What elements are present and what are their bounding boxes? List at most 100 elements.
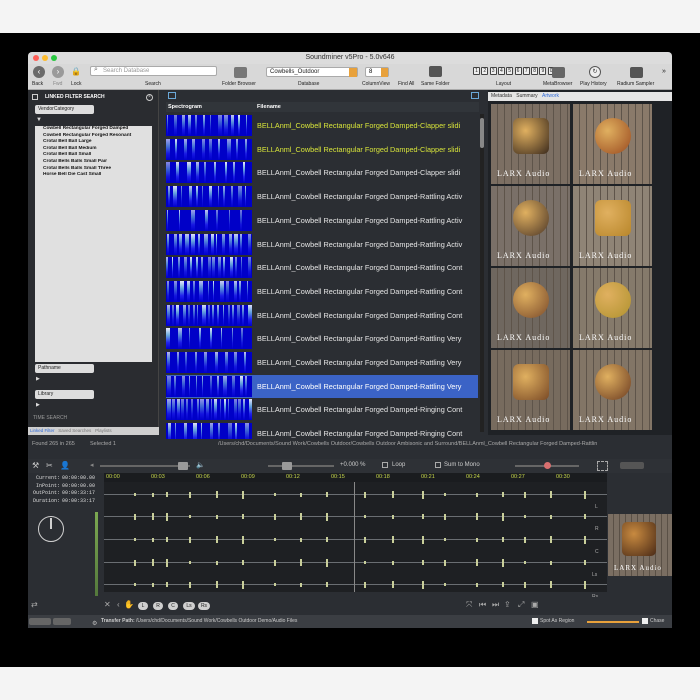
metabrowser-icon[interactable] bbox=[552, 67, 565, 78]
chevron-left-icon[interactable]: ‹ bbox=[117, 600, 120, 609]
fullscreen-icon[interactable]: ⤢ bbox=[518, 600, 524, 610]
table-row[interactable]: BELLAnml_Cowbell Rectangular Forged Damp… bbox=[166, 351, 478, 375]
playhead[interactable] bbox=[354, 482, 355, 592]
chase-checkbox[interactable] bbox=[642, 618, 648, 624]
artwork-image[interactable]: LARX Audio bbox=[573, 268, 652, 348]
library-select[interactable]: Library bbox=[35, 390, 94, 399]
pathname-select[interactable]: Pathname bbox=[35, 364, 94, 373]
artwork-image[interactable]: LARX Audio bbox=[573, 104, 652, 184]
lock-icon[interactable]: 🔒 bbox=[71, 67, 81, 76]
layout-preset-button[interactable]: 1 bbox=[473, 67, 480, 75]
disclosure-right-icon[interactable]: ▶ bbox=[36, 376, 40, 382]
channel-r-button[interactable]: R bbox=[153, 602, 163, 610]
loop-checkbox[interactable] bbox=[382, 462, 388, 468]
spot-as-region-checkbox[interactable] bbox=[532, 618, 538, 624]
database-select[interactable]: Cowbells_Outdoor bbox=[266, 67, 358, 77]
disclosure-right-icon[interactable]: ▶ bbox=[36, 402, 40, 408]
table-row[interactable]: BELLAnml_Cowbell Rectangular Forged Damp… bbox=[166, 256, 478, 280]
forward-button[interactable]: › bbox=[52, 66, 64, 78]
waveform-display[interactable] bbox=[104, 482, 607, 592]
filter-list-item[interactable]: Horse Bell Die Cast Small bbox=[35, 172, 152, 179]
close-window-icon[interactable] bbox=[33, 55, 39, 61]
artwork-image[interactable]: LARX Audio bbox=[491, 186, 570, 266]
table-row[interactable]: BELLAnml_Cowbell Rectangular Forged Damp… bbox=[166, 114, 478, 138]
volume-slider[interactable] bbox=[268, 465, 334, 467]
transport-menu-button[interactable] bbox=[620, 462, 644, 469]
search-input[interactable]: Search Database bbox=[90, 66, 217, 76]
footer-toggle-button[interactable] bbox=[29, 618, 51, 625]
zoom-window-icon[interactable] bbox=[51, 55, 57, 61]
filter-list-item[interactable]: Crotal Bells Balls Small Three bbox=[35, 166, 152, 173]
transfer-path-value[interactable]: /Users/chd/Documents/Sound Work/Cowbells… bbox=[136, 615, 297, 628]
chevron-left-icon[interactable]: ◂ bbox=[90, 461, 94, 469]
layout-preset-button[interactable]: 7 bbox=[522, 67, 530, 75]
scissors-icon[interactable]: ✂ bbox=[46, 461, 53, 470]
expand-icon[interactable]: ⤧ bbox=[466, 600, 472, 610]
layout-preset-button[interactable]: 9 bbox=[539, 67, 547, 75]
region-select-icon[interactable] bbox=[597, 461, 608, 471]
table-row[interactable]: BELLAnml_Cowbell Rectangular Forged Damp… bbox=[166, 233, 478, 257]
folder-browser-icon[interactable] bbox=[234, 67, 247, 78]
filename-column-header[interactable]: Filename bbox=[257, 102, 281, 112]
column-toggle-icon[interactable] bbox=[168, 92, 176, 99]
close-icon[interactable]: × bbox=[146, 94, 153, 101]
table-row[interactable]: BELLAnml_Cowbell Rectangular Forged Damp… bbox=[166, 327, 478, 351]
layout-preset-button[interactable]: 4 bbox=[497, 67, 505, 75]
tab-linked-filter[interactable]: Linked Filter bbox=[30, 428, 55, 433]
artwork-image[interactable]: LARX Audio bbox=[491, 268, 570, 348]
time-search-label[interactable]: TIME SEARCH bbox=[33, 415, 67, 421]
table-row[interactable]: BELLAnml_Cowbell Rectangular Forged Damp… bbox=[166, 398, 478, 422]
table-row[interactable]: BELLAnml_Cowbell Rectangular Forged Damp… bbox=[166, 280, 478, 304]
filter-list-item[interactable]: Crotal Bell Ball Small bbox=[35, 152, 152, 159]
sum-to-mono-checkbox[interactable] bbox=[435, 462, 441, 468]
crop-icon[interactable]: ✕ bbox=[104, 600, 111, 609]
pitch-slider-handle[interactable] bbox=[178, 462, 188, 470]
artwork-image[interactable]: LARX Audio bbox=[573, 350, 652, 430]
minimize-window-icon[interactable] bbox=[42, 55, 48, 61]
filter-list-item[interactable]: Cowbell Rectangular Forged Resonant bbox=[35, 133, 152, 140]
filter-grid-icon[interactable] bbox=[32, 94, 38, 100]
tab-summary[interactable]: Summary bbox=[516, 93, 537, 99]
column-toggle-icon[interactable] bbox=[471, 92, 479, 99]
pan-slider-handle[interactable] bbox=[544, 462, 551, 469]
skip-back-icon[interactable]: ⏮ bbox=[479, 600, 486, 610]
table-row[interactable]: BELLAnml_Cowbell Rectangular Forged Damp… bbox=[166, 209, 478, 233]
tab-playlists[interactable]: Playlists bbox=[95, 428, 112, 433]
table-row[interactable]: BELLAnml_Cowbell Rectangular Forged Damp… bbox=[166, 374, 478, 399]
skip-forward-icon[interactable]: ⏭ bbox=[492, 600, 499, 610]
tab-metadata[interactable]: Metadata bbox=[491, 93, 512, 99]
results-scrollbar[interactable] bbox=[480, 114, 484, 432]
artwork-image[interactable]: LARX Audio bbox=[491, 104, 570, 184]
channel-c-button[interactable]: C bbox=[168, 602, 178, 610]
timeline-ruler[interactable]: 00:00 00:03 00:06 00:09 00:12 00:15 00:18 00:21… bbox=[104, 473, 607, 482]
table-row[interactable]: BELLAnml_Cowbell Rectangular Forged Damp… bbox=[166, 161, 478, 185]
share-icon[interactable]: ⇪ bbox=[504, 600, 511, 609]
layout-preset-button[interactable]: 3 bbox=[489, 67, 497, 75]
table-row[interactable]: BELLAnml_Cowbell Rectangular Forged Damp… bbox=[166, 185, 478, 209]
back-button[interactable]: ‹ bbox=[33, 66, 45, 78]
artwork-image[interactable]: LARX Audio bbox=[491, 350, 570, 430]
tab-saved-searches[interactable]: Saved Searches bbox=[58, 428, 91, 433]
layout-preset-button[interactable]: 6 bbox=[514, 67, 522, 75]
pitch-slider[interactable] bbox=[100, 465, 190, 467]
transfer-icon[interactable]: ⚙ bbox=[92, 618, 97, 628]
channel-l-button[interactable]: L bbox=[138, 602, 148, 610]
table-row[interactable]: BELLAnml_Cowbell Rectangular Forged Damp… bbox=[166, 304, 478, 328]
sync-icon[interactable]: ⇄ bbox=[31, 600, 38, 609]
volume-slider-handle[interactable] bbox=[282, 462, 292, 470]
filter-list-item[interactable]: Crotal Bell Ball Medium bbox=[35, 146, 152, 153]
find-all-button[interactable]: Find All bbox=[398, 81, 414, 87]
vendor-category-select[interactable]: VendorCategory bbox=[35, 105, 94, 114]
tab-artwork[interactable]: Artwork bbox=[542, 93, 559, 99]
layout-preset-button[interactable]: 2 bbox=[481, 67, 489, 75]
filter-list-item[interactable]: Crotal Bells Balls Small Pair bbox=[35, 159, 152, 166]
play-history-icon[interactable]: ↻ bbox=[589, 66, 601, 78]
toolbar-overflow-icon[interactable]: » bbox=[662, 68, 666, 75]
columnview-select[interactable]: 8 bbox=[365, 67, 389, 77]
layout-preset-button[interactable]: 8 bbox=[531, 67, 539, 75]
spectrogram-column-header[interactable]: Spectrogram bbox=[168, 102, 202, 112]
same-folder-icon[interactable] bbox=[429, 66, 442, 77]
radium-sampler-icon[interactable] bbox=[630, 67, 643, 78]
table-row[interactable]: BELLAnml_Cowbell Rectangular Forged Damp… bbox=[166, 138, 478, 162]
scroll-thumb[interactable] bbox=[480, 118, 484, 148]
